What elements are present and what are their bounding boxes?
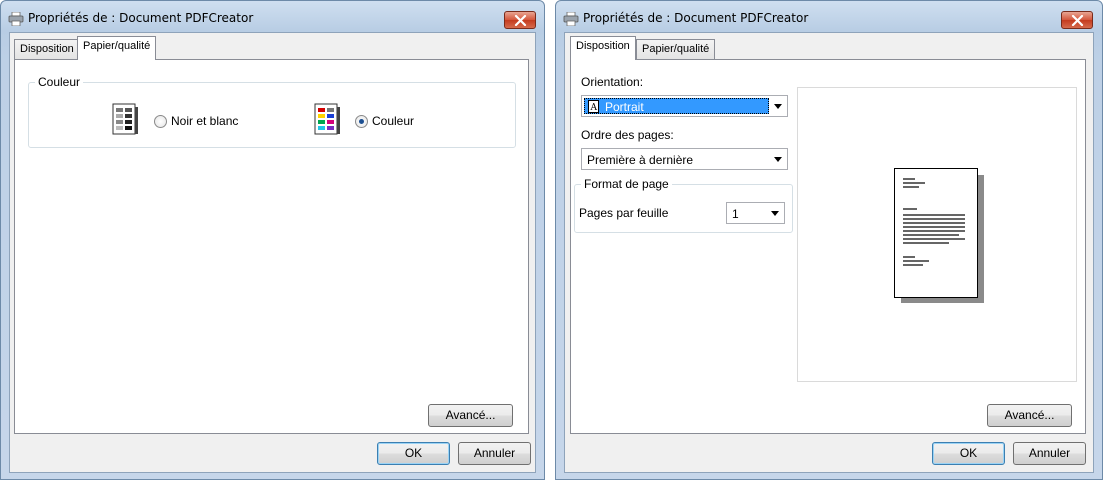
window-title: Propriétés de : Document PDFCreator xyxy=(583,11,809,25)
page-order-value: Première à dernière xyxy=(587,153,694,167)
close-button[interactable] xyxy=(504,11,536,29)
grayscale-palette-icon xyxy=(112,103,138,135)
page-order-select[interactable]: Première à dernière xyxy=(581,148,788,170)
cancel-button[interactable]: Annuler xyxy=(458,442,531,465)
cancel-button[interactable]: Annuler xyxy=(1013,442,1086,465)
window-title: Propriétés de : Document PDFCreator xyxy=(28,11,254,25)
chevron-down-icon xyxy=(771,211,779,216)
layout-preview xyxy=(797,87,1077,382)
dialog-client-area: Disposition Papier/qualité Couleur Noir … xyxy=(9,32,536,473)
black-white-radio[interactable] xyxy=(154,115,167,128)
color-label: Couleur xyxy=(372,114,415,128)
svg-text:A: A xyxy=(590,103,598,113)
right-properties-dialog: Propriétés de : Document PDFCreator Disp… xyxy=(555,0,1103,480)
title-bar: Propriétés de : Document PDFCreator xyxy=(556,1,1102,33)
chevron-down-icon xyxy=(774,104,782,109)
orientation-select[interactable]: A Portrait xyxy=(581,95,788,117)
advanced-button[interactable]: Avancé... xyxy=(987,404,1072,427)
tab-label: Papier/qualité xyxy=(83,40,151,52)
group-label: Couleur xyxy=(35,75,84,89)
left-properties-dialog: Propriétés de : Document PDFCreator Disp… xyxy=(0,0,545,480)
page-preview-icon xyxy=(894,168,984,303)
color-palette-icon xyxy=(314,103,340,135)
tab-label: Papier/qualité xyxy=(642,43,710,55)
orientation-label: Orientation: xyxy=(581,75,644,89)
ok-button[interactable]: OK xyxy=(377,442,450,465)
color-radio[interactable] xyxy=(355,115,368,128)
advanced-button[interactable]: Avancé... xyxy=(428,404,513,427)
pages-per-sheet-value: 1 xyxy=(732,207,739,221)
dialog-client-area: Disposition Papier/qualité Orientation: … xyxy=(564,32,1094,473)
close-icon xyxy=(514,15,527,26)
pages-per-sheet-label: Pages par feuille xyxy=(579,206,669,220)
printer-icon xyxy=(8,12,24,26)
tab-disposition[interactable]: Disposition xyxy=(570,36,636,60)
pages-per-sheet-select[interactable]: 1 xyxy=(726,202,785,224)
tab-disposition[interactable]: Disposition xyxy=(14,39,80,60)
tab-papier-qualite[interactable]: Papier/qualité xyxy=(636,39,716,60)
tab-panel-papier-qualite: Couleur Noir et blanc Couleur Avancé... xyxy=(14,59,529,434)
tab-label: Disposition xyxy=(20,43,74,55)
title-bar: Propriétés de : Document PDFCreator xyxy=(1,1,544,33)
color-groupbox: Couleur Noir et blanc Couleur xyxy=(28,75,516,148)
portrait-page-icon: A xyxy=(588,100,599,113)
page-format-groupbox: Format de page Pages par feuille 1 xyxy=(574,177,793,233)
tab-panel-disposition: Orientation: A Portrait Ordre des pages:… xyxy=(570,59,1086,434)
orientation-value: Portrait xyxy=(605,100,644,114)
tab-papier-qualite[interactable]: Papier/qualité xyxy=(77,36,157,60)
page-order-label: Ordre des pages: xyxy=(581,128,674,142)
radio-selected-dot xyxy=(359,119,364,124)
ok-button[interactable]: OK xyxy=(932,442,1005,465)
printer-icon xyxy=(563,12,579,26)
chevron-down-icon xyxy=(774,157,782,162)
close-icon xyxy=(1071,15,1084,26)
black-white-label: Noir et blanc xyxy=(171,114,239,128)
group-label: Format de page xyxy=(581,177,672,191)
tab-label: Disposition xyxy=(576,40,630,52)
close-button[interactable] xyxy=(1061,11,1093,29)
